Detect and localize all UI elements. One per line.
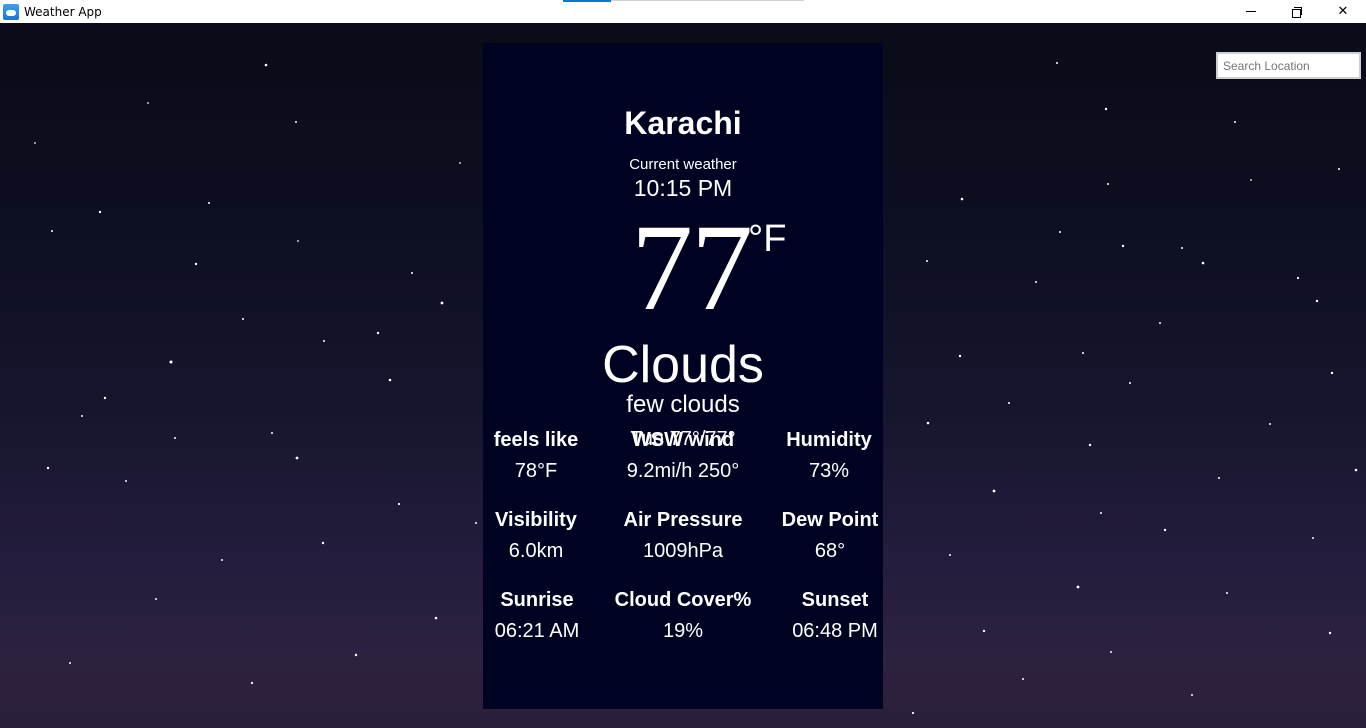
- close-button[interactable]: ✕: [1320, 0, 1366, 23]
- title-bar[interactable]: Weather App ✕: [0, 0, 1366, 23]
- weather-description: few clouds: [626, 391, 740, 418]
- weather-card: Karachi Current weather 10:15 PM 77 °F C…: [483, 43, 883, 709]
- stat-humidity: Humidity 73%: [754, 429, 904, 483]
- restore-icon: [1292, 6, 1302, 18]
- stat-value: 6.0km: [508, 540, 564, 562]
- temperature-display: 77 °F: [483, 203, 883, 333]
- stat-value: 19%: [662, 620, 704, 642]
- stat-value: 06:48 PM: [792, 620, 878, 642]
- stat-visibility: Visibility 6.0km: [461, 509, 611, 563]
- current-weather-label: Current weather: [629, 156, 737, 173]
- stat-feels-like: feels like 78°F: [461, 429, 611, 483]
- stat-wind: WSW wind 9.2mi/h 250°: [608, 429, 758, 483]
- stat-label: Air Pressure: [623, 509, 743, 531]
- weather-app-icon: [3, 3, 19, 20]
- stat-label: Sunset: [801, 589, 869, 611]
- minimize-icon: [1246, 11, 1256, 12]
- window-title: Weather App: [24, 4, 102, 19]
- close-icon: ✕: [1337, 4, 1349, 19]
- stat-label: Visibility: [495, 509, 577, 531]
- weather-condition: Clouds: [602, 336, 764, 394]
- window-controls: ✕: [1228, 0, 1366, 23]
- stat-value: 9.2mi/h 250°: [626, 460, 740, 482]
- stat-dew-point: Dew Point 68°: [755, 509, 905, 563]
- stat-sunset: Sunset 06:48 PM: [760, 589, 910, 643]
- stat-label: feels like: [493, 429, 579, 451]
- stat-sunrise: Sunrise 06:21 AM: [462, 589, 612, 643]
- stat-value: 1009hPa: [642, 540, 724, 562]
- app-window: Weather App ✕ Search Location Karachi Cu…: [0, 0, 1366, 728]
- minimize-button[interactable]: [1228, 0, 1274, 23]
- temperature-unit: °F: [748, 218, 787, 260]
- stat-value: 78°F: [514, 460, 558, 482]
- titlebar-divider: [611, 0, 804, 1]
- city-name: Karachi: [624, 105, 742, 141]
- stat-air-pressure: Air Pressure 1009hPa: [608, 509, 758, 563]
- stat-label: Humidity: [786, 429, 872, 451]
- stat-label: Dew Point: [781, 509, 879, 531]
- restore-button[interactable]: [1274, 0, 1320, 23]
- current-time: 10:15 PM: [633, 175, 733, 201]
- stat-value: 06:21 AM: [494, 620, 580, 642]
- stat-label: Cloud Cover%: [614, 589, 752, 611]
- stat-value: 68°: [814, 540, 846, 562]
- stat-cloud-cover: Cloud Cover% 19%: [608, 589, 758, 643]
- temperature-value: 77: [631, 199, 753, 336]
- stat-label: Sunrise: [500, 589, 574, 611]
- titlebar-accent: [563, 0, 611, 2]
- search-location-input[interactable]: [1216, 52, 1361, 79]
- stat-value: 73%: [808, 460, 850, 482]
- stat-label: WSW wind: [631, 429, 735, 451]
